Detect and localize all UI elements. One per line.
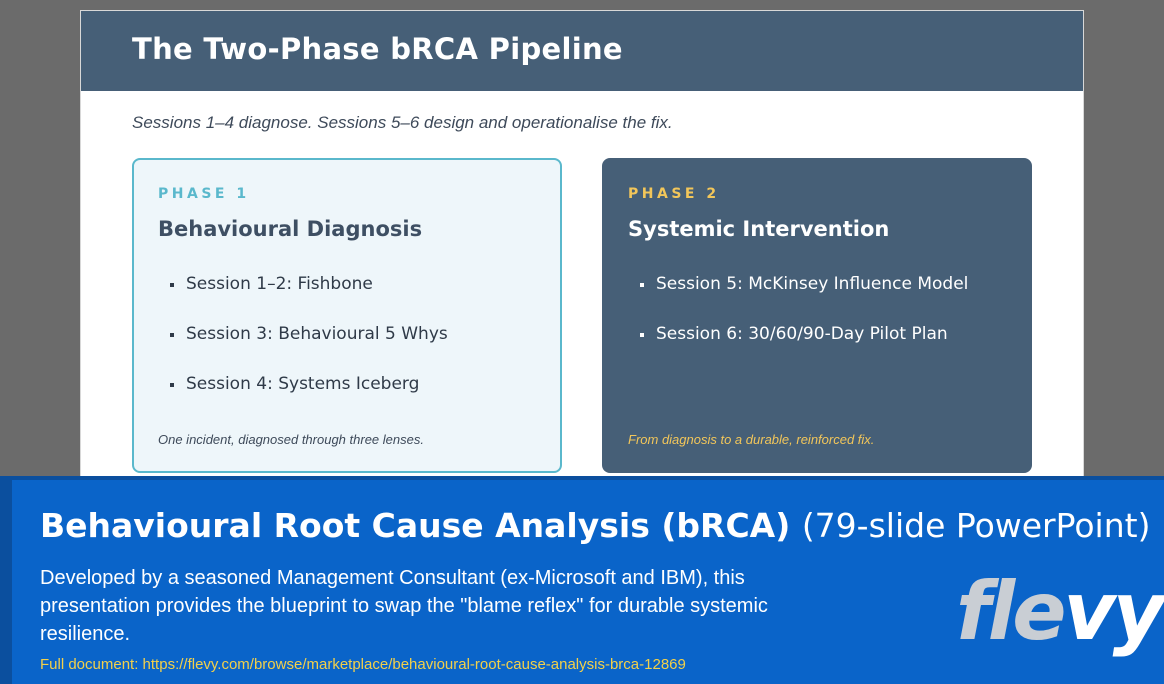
banner-title: Behavioural Root Cause Analysis (bRCA) (…	[40, 506, 1150, 545]
phase-2-card: PHASE 2 Systemic Intervention Session 5:…	[602, 158, 1032, 473]
list-item: Session 1–2: Fishbone	[170, 273, 448, 323]
promo-banner: Behavioural Root Cause Analysis (bRCA) (…	[0, 476, 1164, 684]
list-item: Session 5: McKinsey Influence Model	[640, 273, 968, 323]
phase-1-title: Behavioural Diagnosis	[158, 217, 423, 241]
phase-1-card: PHASE 1 Behavioural Diagnosis Session 1–…	[132, 158, 562, 473]
banner-description: Developed by a seasoned Management Consu…	[40, 567, 768, 645]
slide-subtitle: Sessions 1–4 diagnose. Sessions 5–6 desi…	[132, 113, 673, 132]
slide-header: The Two-Phase bRCA Pipeline	[81, 11, 1083, 91]
banner-title-slide-count: (79-slide PowerPoint)	[801, 506, 1151, 545]
list-item: Session 3: Behavioural 5 Whys	[170, 323, 448, 373]
full-document-link[interactable]: Full document: https://flevy.com/browse/…	[40, 656, 686, 673]
phase-2-label: PHASE 2	[628, 186, 720, 202]
phase-1-footer: One incident, diagnosed through three le…	[158, 432, 424, 447]
phase-2-footer: From diagnosis to a durable, reinforced …	[628, 432, 875, 447]
phase-1-list: Session 1–2: Fishbone Session 3: Behavio…	[170, 273, 448, 423]
slide-title: The Two-Phase bRCA Pipeline	[132, 32, 623, 66]
logo-part-2: vy	[1063, 565, 1164, 658]
logo-part-1: fle	[956, 565, 1066, 658]
list-item: Session 4: Systems Iceberg	[170, 373, 448, 423]
phase-2-title: Systemic Intervention	[628, 217, 890, 241]
slide: The Two-Phase bRCA Pipeline Sessions 1–4…	[80, 10, 1084, 480]
banner-accent-bar	[0, 480, 12, 684]
phase-2-list: Session 5: McKinsey Influence Model Sess…	[640, 273, 968, 373]
phase-1-label: PHASE 1	[158, 186, 250, 202]
list-item: Session 6: 30/60/90-Day Pilot Plan	[640, 323, 968, 373]
banner-title-main: Behavioural Root Cause Analysis (bRCA)	[40, 506, 791, 545]
flevy-logo[interactable]: flevy	[956, 572, 1164, 652]
